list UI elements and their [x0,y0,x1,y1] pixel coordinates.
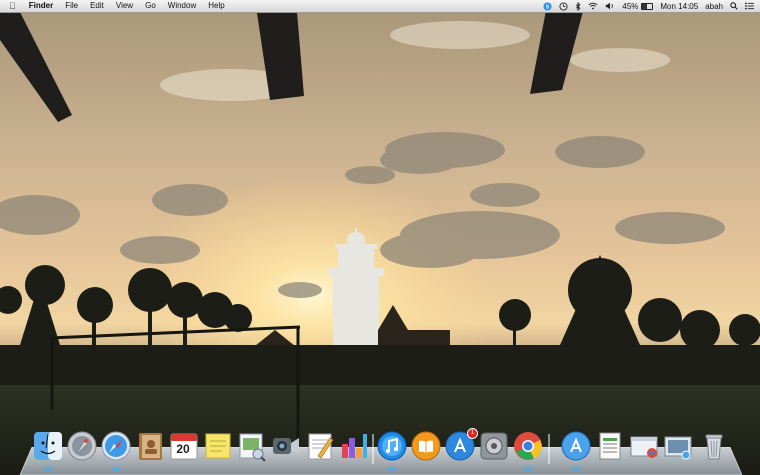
battery-percent: 45% [622,1,639,11]
desktop-wallpaper [0,0,760,475]
menu-go[interactable]: Go [139,0,162,12]
skype-icon[interactable]: S [543,1,552,11]
running-indicator [45,468,51,470]
dock-stickies-icon[interactable] [202,430,234,466]
dock-separator [372,434,374,464]
user-name[interactable]: abah [705,2,723,11]
dock-textedit-icon[interactable] [304,430,336,466]
menu-view[interactable]: View [110,0,139,12]
menu-bar:  Finder File Edit View Go Window Help S… [0,0,760,13]
dock-system-preferences-icon[interactable] [478,430,510,466]
clock-text[interactable]: Mon 14:05 [660,2,698,11]
search-icon[interactable] [730,2,738,10]
menu-help[interactable]: Help [202,0,230,12]
dock-chart-app-icon[interactable] [338,430,370,466]
dock-mail-browser-icon[interactable] [628,430,660,466]
notifications-list-icon[interactable] [745,2,754,10]
volume-icon[interactable] [605,2,615,10]
dock-itunes-icon[interactable] [376,430,408,470]
menu-app-name[interactable]: Finder [23,0,59,12]
dock-numbers-icon[interactable] [594,430,626,466]
bluetooth-icon[interactable] [575,1,581,11]
dock-launchpad-icon[interactable] [66,430,98,466]
menu-file[interactable]: File [59,0,84,12]
dock-finder-icon[interactable] [32,430,64,470]
dock-ibooks-icon[interactable] [410,430,442,466]
running-indicator [573,468,579,470]
dock-contacts-icon[interactable] [134,430,166,466]
menu-edit[interactable]: Edit [84,0,110,12]
dock-trash-icon[interactable] [698,430,730,466]
battery-icon [641,2,654,10]
dock-app-store-icon[interactable]: 1 [444,428,478,466]
dock-preview-icon[interactable] [236,430,268,466]
running-indicator [113,468,119,470]
battery-indicator[interactable]: 45% [622,1,654,11]
dock-chrome-icon[interactable] [512,430,544,470]
svg-text:S: S [546,4,550,10]
menu-window[interactable]: Window [162,0,202,12]
clock-icon[interactable] [559,1,568,11]
calendar-day: 20 [176,442,190,456]
dock-photo-viewer-icon[interactable] [662,430,694,466]
dock-calendar-icon[interactable]: 20 [168,430,200,466]
dock-app-store-blue-icon[interactable] [560,430,592,470]
dock-separator [548,434,550,464]
battery-fill [642,3,647,9]
wifi-icon[interactable] [588,2,598,10]
apple-menu-icon[interactable]:  [0,0,23,12]
dock-facetime-icon[interactable] [270,430,302,466]
running-indicator [525,468,531,470]
running-indicator [389,468,395,470]
app-store-badge: 1 [467,428,478,439]
dock-safari-icon[interactable] [100,430,132,470]
